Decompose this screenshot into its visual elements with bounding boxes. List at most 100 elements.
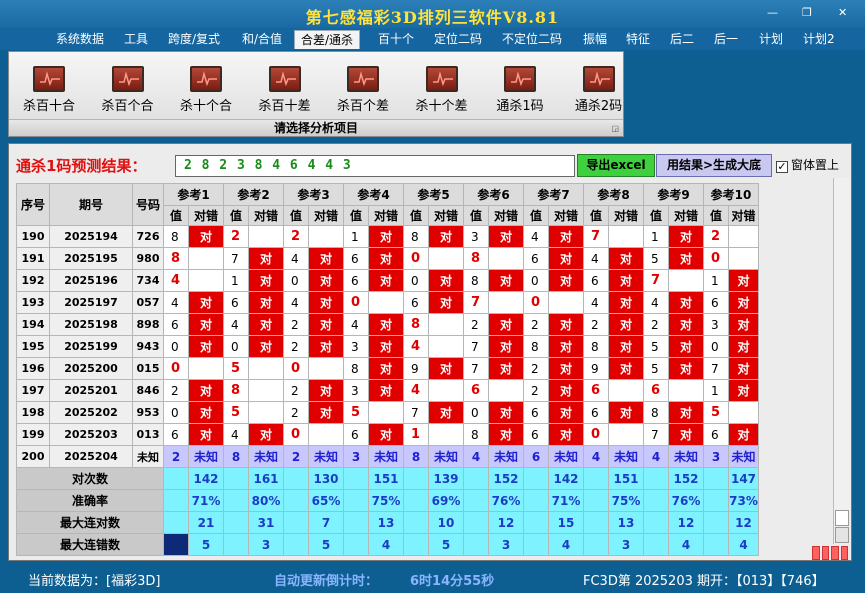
stat-value: 161 — [248, 467, 284, 490]
stat-spacer — [463, 511, 489, 534]
ref-value: 8 — [163, 247, 189, 270]
stat-row: 对次数 142 161 130 151 139 152 142 151 152 147 — [16, 467, 759, 490]
menu-item-9[interactable]: 振幅 — [577, 30, 613, 49]
stat-spacer — [283, 511, 309, 534]
result-field[interactable]: 2 8 2 3 8 4 6 4 4 3 — [175, 155, 575, 177]
menu-item-12[interactable]: 后一 — [708, 30, 744, 49]
hit-cell: 对 — [488, 269, 524, 292]
miss-cell — [488, 247, 524, 270]
table-row[interactable]: 198 2025202 953 0 对 5 2 对 5 7 对 0 对 6 对 6 对 8 对 5 — [16, 401, 759, 424]
ref-value: 4 — [343, 313, 369, 336]
table-row[interactable]: 191 2025195 980 8 7 对 4 对 6 对 0 8 6 对 4 对 5 对 0 — [16, 247, 759, 270]
ribbon-expand-icon[interactable]: ◲ — [611, 124, 619, 133]
stat-spacer — [403, 489, 429, 512]
ref-value: 7 — [463, 357, 489, 380]
export-excel-button[interactable]: 导出excel — [577, 154, 655, 177]
row-seq: 191 — [16, 247, 50, 270]
menu-item-3[interactable]: 跨度/复式 — [162, 30, 226, 49]
pending-row[interactable]: 200 2025204 未知 2 未知 8 未知 2 未知 3 未知 8 未知 4 未知 6 未知 4 未知 4 未知 3… — [16, 445, 759, 468]
ref-value: 6 — [523, 247, 549, 270]
miss-cell — [608, 379, 644, 402]
table-row[interactable]: 190 2025194 726 8 对 2 2 1 对 8 对 3 对 4 对 7 1 对 2 — [16, 225, 759, 248]
maximize-icon[interactable]: ❐ — [802, 6, 812, 20]
ref-value: 0 — [283, 357, 309, 380]
ref-value: 1 — [223, 269, 249, 292]
pending-judge: 未知 — [428, 445, 464, 468]
menu-item-2[interactable]: 工具 — [118, 30, 154, 49]
menu-item-8[interactable]: 不定位二码 — [496, 30, 568, 49]
topmost-checkbox[interactable]: ✓ 窗体置上 — [776, 156, 839, 173]
table-row[interactable]: 194 2025198 898 6 对 4 对 2 对 4 对 8 2 对 2 对 2 对 2 对 3 对 — [16, 313, 759, 336]
scroll-thumb[interactable] — [835, 510, 849, 526]
menu-item-14[interactable]: 计划2 — [797, 30, 841, 49]
ref-value: 2 — [283, 335, 309, 358]
miss-cell — [368, 401, 404, 424]
ribbon-button-3[interactable]: 杀十个合 — [174, 66, 238, 116]
value-subheader: 值 — [463, 205, 489, 226]
ribbon-button-7[interactable]: 通杀1码 — [488, 66, 552, 116]
miss-cell — [188, 269, 224, 292]
ribbon-button-8[interactable]: 通杀2码 — [567, 66, 631, 116]
table-row[interactable]: 197 2025201 846 2 对 8 2 对 3 对 4 6 2 对 6 6 1 对 — [16, 379, 759, 402]
ribbon-button-6[interactable]: 杀十个差 — [410, 66, 474, 116]
miss-cell — [308, 225, 344, 248]
pending-judge: 未知 — [308, 445, 344, 468]
menu-item-1[interactable]: 系统数据 — [50, 30, 110, 49]
ribbon-button-4[interactable]: 杀百十差 — [253, 66, 317, 116]
period-header: 期号 — [49, 183, 133, 226]
scroll-down-button[interactable] — [835, 527, 849, 543]
hit-cell: 对 — [248, 313, 284, 336]
menu-item-13[interactable]: 计划 — [753, 30, 789, 49]
table-header-row: 序号 期号 号码 参考1 参考2 参考3 参考4 参考5 参考6 参考7 参考8 参考9 参考10 — [16, 183, 759, 226]
ref-value: 8 — [643, 401, 669, 424]
stat-spacer — [523, 467, 549, 490]
stat-value: 151 — [368, 467, 404, 490]
menu-item-7[interactable]: 定位二码 — [428, 30, 488, 49]
ref-header-4: 参考4 — [343, 183, 404, 206]
current-data-text: 当前数据为：[福彩3D] — [28, 574, 161, 589]
stat-spacer — [163, 533, 189, 556]
table-row[interactable]: 199 2025203 013 6 对 4 对 0 6 对 1 8 对 6 对 0 7 对 6 对 — [16, 423, 759, 446]
vertical-scrollbar[interactable] — [833, 178, 850, 544]
ref-header-1: 参考1 — [163, 183, 224, 206]
close-icon[interactable]: ✕ — [838, 6, 847, 20]
row-seq: 190 — [16, 225, 50, 248]
ref-value: 7 — [643, 269, 669, 292]
table-row[interactable]: 193 2025197 057 4 对 6 对 4 对 0 6 对 7 0 4 对 4 对 6 对 — [16, 291, 759, 314]
pending-judge: 未知 — [368, 445, 404, 468]
ribbon-button-5[interactable]: 杀百个差 — [331, 66, 395, 116]
hit-cell: 对 — [548, 313, 584, 336]
hit-cell: 对 — [728, 291, 759, 314]
table-row[interactable]: 195 2025199 943 0 对 0 对 2 对 3 对 4 7 对 8 对 8 对 5 对 0 对 — [16, 335, 759, 358]
menu-item-11[interactable]: 后二 — [664, 30, 700, 49]
stat-value: 4 — [548, 533, 584, 556]
ref-value: 0 — [163, 401, 189, 424]
ref-value: 6 — [163, 313, 189, 336]
table-row[interactable]: 192 2025196 734 4 1 对 0 对 6 对 0 对 8 对 0 对 6 对 7 1 对 — [16, 269, 759, 292]
ribbon-button-2[interactable]: 杀百个合 — [96, 66, 160, 116]
pending-value: 8 — [223, 445, 249, 468]
ref-value: 9 — [403, 357, 429, 380]
menu-item-5[interactable]: 合差/通杀 — [294, 30, 361, 49]
miss-cell — [668, 269, 704, 292]
ref-value: 7 — [463, 335, 489, 358]
ref-value: 4 — [583, 291, 609, 314]
generate-base-button[interactable]: 用结果>生成大底 — [656, 154, 772, 177]
pending-value: 4 — [583, 445, 609, 468]
ref-value: 6 — [583, 379, 609, 402]
table-row[interactable]: 196 2025200 015 0 5 0 8 对 9 对 7 对 2 对 9 对 5 对 7 对 — [16, 357, 759, 380]
hit-cell: 对 — [728, 423, 759, 446]
prediction-table: 序号 期号 号码 参考1 参考2 参考3 参考4 参考5 参考6 参考7 参考8 参考9 参考10 值对错… — [16, 183, 759, 556]
stat-value: 147 — [728, 467, 759, 490]
checkbox-checked-icon[interactable]: ✓ — [776, 161, 788, 173]
ref-value: 8 — [223, 379, 249, 402]
ribbon-button-1[interactable]: 杀百十合 — [17, 66, 81, 116]
minimize-icon[interactable]: — — [767, 6, 778, 20]
row-number: 726 — [132, 225, 164, 248]
menu-item-10[interactable]: 特征 — [620, 30, 656, 49]
stat-spacer — [343, 511, 369, 534]
row-period: 2025200 — [49, 357, 133, 380]
ref-header-6: 参考6 — [463, 183, 524, 206]
menu-item-6[interactable]: 百十个 — [372, 30, 420, 49]
menu-item-4[interactable]: 和/合值 — [236, 30, 288, 49]
